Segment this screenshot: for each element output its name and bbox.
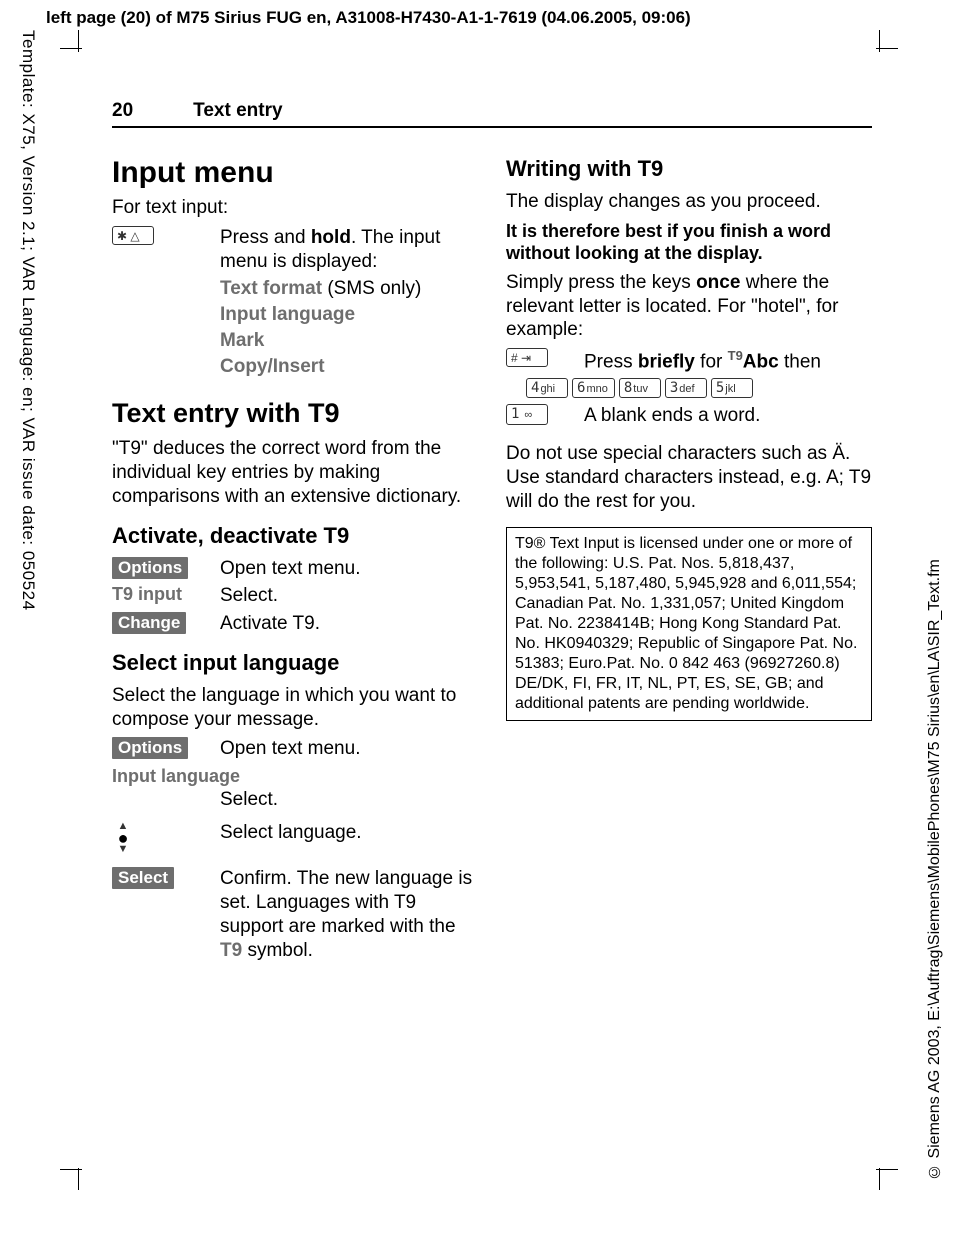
text-for-input: For text input: xyxy=(112,196,478,220)
softkey-select: Select xyxy=(112,867,174,889)
nav-desc: Select language. xyxy=(220,821,478,845)
page-number: 20 xyxy=(112,100,133,122)
menu-copy-insert: Copy/Insert xyxy=(220,355,478,379)
crop-mark xyxy=(879,30,880,52)
left-column: Input menu For text input: ✱ △ Press and… xyxy=(112,148,478,966)
template-note: Template: X75, Version 2.1; VAR Language… xyxy=(18,30,38,611)
key-8: 8tuv xyxy=(619,378,661,398)
copyright-note: © Siemens AG 2003, E:\Auftrag\Siemens\Mo… xyxy=(926,240,944,1180)
t9-description: "T9" deduces the correct word from the i… xyxy=(112,437,478,508)
press-briefly-text: Press briefly for T9Abc then xyxy=(584,348,872,374)
menu-text-format: Text format xyxy=(220,278,322,299)
options2-desc: Open text menu. xyxy=(220,737,478,761)
no-special-chars: Do not use special characters such as Ä.… xyxy=(506,442,872,513)
hotel-key-sequence: 4ghi 6mno 8tuv 3def 5jkl xyxy=(526,378,872,398)
label-t9-input: T9 input xyxy=(112,584,200,605)
select-language-desc: Select the language in which you want to… xyxy=(112,684,478,732)
key-3: 3def xyxy=(665,378,707,398)
writing-bold-note: It is therefore best if you finish a wor… xyxy=(506,220,872,265)
menu-mark: Mark xyxy=(220,329,478,353)
key-5: 5jkl xyxy=(711,378,753,398)
crop-mark xyxy=(879,1168,880,1190)
key-4: 4ghi xyxy=(526,378,568,398)
writing-desc2: Simply press the keys once where the rel… xyxy=(506,271,872,342)
blank-ends-text: A blank ends a word. xyxy=(584,404,872,428)
right-column: Writing with T9 The display changes as y… xyxy=(506,148,872,966)
crop-mark xyxy=(78,30,79,52)
softkey-options-2: Options xyxy=(112,737,188,759)
heading-text-entry-t9: Text entry with T9 xyxy=(112,398,478,429)
heading-writing-t9: Writing with T9 xyxy=(506,156,872,182)
hash-key-icon: # ⇥ xyxy=(506,348,548,367)
press-hold-text: Press and hold. The input menu is displa… xyxy=(220,226,478,274)
softkey-change: Change xyxy=(112,612,186,634)
crop-mark xyxy=(78,1168,79,1190)
writing-desc1: The display changes as you proceed. xyxy=(506,190,872,214)
options-desc: Open text menu. xyxy=(220,557,478,581)
input-language-select: Select. xyxy=(220,788,478,812)
label-input-language: Input language xyxy=(112,765,478,788)
star-key-icon: ✱ △ xyxy=(112,226,154,245)
key-1: 1 ∞ xyxy=(506,404,548,424)
menu-input-language: Input language xyxy=(220,303,478,327)
heading-select-language: Select input language xyxy=(112,650,478,676)
nav-updown-icon: ▲●▼ xyxy=(112,821,134,855)
select-confirm-desc: Confirm. The new language is set. Langua… xyxy=(220,867,478,962)
heading-input-menu: Input menu xyxy=(112,156,478,190)
menu-text-format-suffix: (SMS only) xyxy=(322,278,421,299)
print-header: left page (20) of M75 Sirius FUG en, A31… xyxy=(0,0,954,28)
patent-box: T9® Text Input is licensed under one or … xyxy=(506,527,872,721)
change-desc: Activate T9. xyxy=(220,612,478,636)
heading-activate-t9: Activate, deactivate T9 xyxy=(112,523,478,549)
page-header: 20 Text entry xyxy=(112,100,872,128)
key-6: 6mno xyxy=(572,378,615,398)
softkey-options: Options xyxy=(112,557,188,579)
t9input-desc: Select. xyxy=(220,584,478,608)
section-title: Text entry xyxy=(193,100,282,122)
